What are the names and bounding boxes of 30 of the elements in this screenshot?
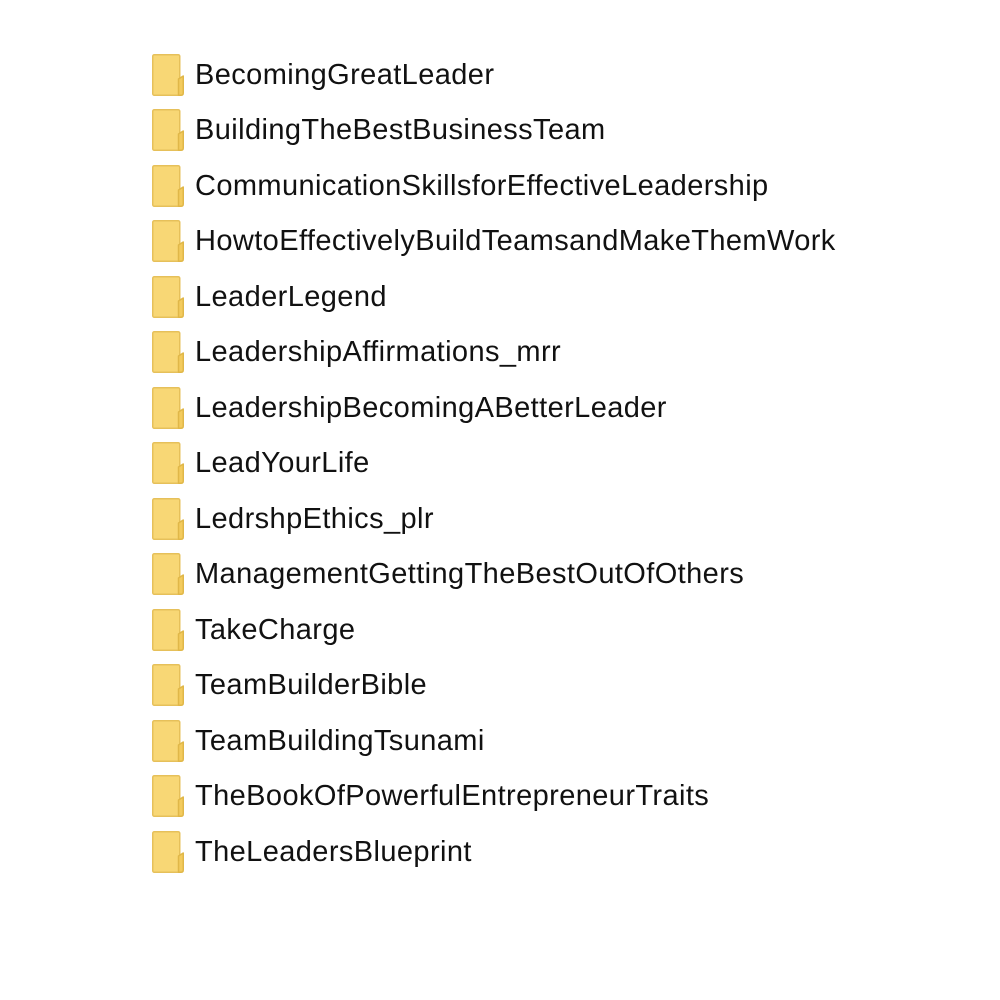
folder-name[interactable]: LeadershipBecomingABetterLeader [195, 390, 667, 425]
folder-name[interactable]: CommunicationSkillsforEffectiveLeadership [195, 168, 769, 203]
folder-name[interactable]: BuildingTheBestBusinessTeam [195, 113, 606, 148]
folder-icon [152, 276, 185, 318]
folder-name[interactable]: HowtoEffectivelyBuildTeamsandMakeThemWork [195, 224, 836, 258]
folder-icon [152, 553, 185, 596]
folder-icon [152, 331, 185, 374]
folder-icon [152, 442, 185, 484]
folder-name[interactable]: LeadershipAffirmations_mrr [195, 335, 562, 370]
folder-icon [152, 608, 185, 651]
folder-name[interactable]: TheLeadersBlueprint [195, 834, 472, 869]
folder-name[interactable]: LedrshpEthics_plr [195, 502, 434, 536]
folder-icon [152, 664, 185, 706]
folder-icon [152, 830, 185, 873]
folder-icon [152, 386, 185, 429]
folder-icon [152, 220, 185, 262]
folder-name[interactable]: LeaderLegend [195, 280, 387, 314]
folder-name[interactable]: TheBookOfPowerfulEntrepreneurTraits [195, 779, 710, 814]
folder-icon [152, 720, 185, 762]
folder-name[interactable]: TeamBuilderBible [195, 668, 428, 702]
folder-name[interactable]: TakeCharge [195, 612, 356, 647]
folder-icon [152, 498, 185, 540]
folder-icon [152, 54, 185, 96]
folder-icon [152, 164, 185, 207]
folder-name[interactable]: TeamBuildingTsunami [195, 724, 485, 758]
folder-name[interactable]: BecomingGreatLeader [195, 58, 494, 92]
folder-icon [152, 775, 185, 818]
folder-name[interactable]: ManagementGettingTheBestOutOfOthers [195, 557, 744, 592]
folder-icon [152, 109, 185, 152]
folder-name[interactable]: LeadYourLife [195, 446, 370, 480]
